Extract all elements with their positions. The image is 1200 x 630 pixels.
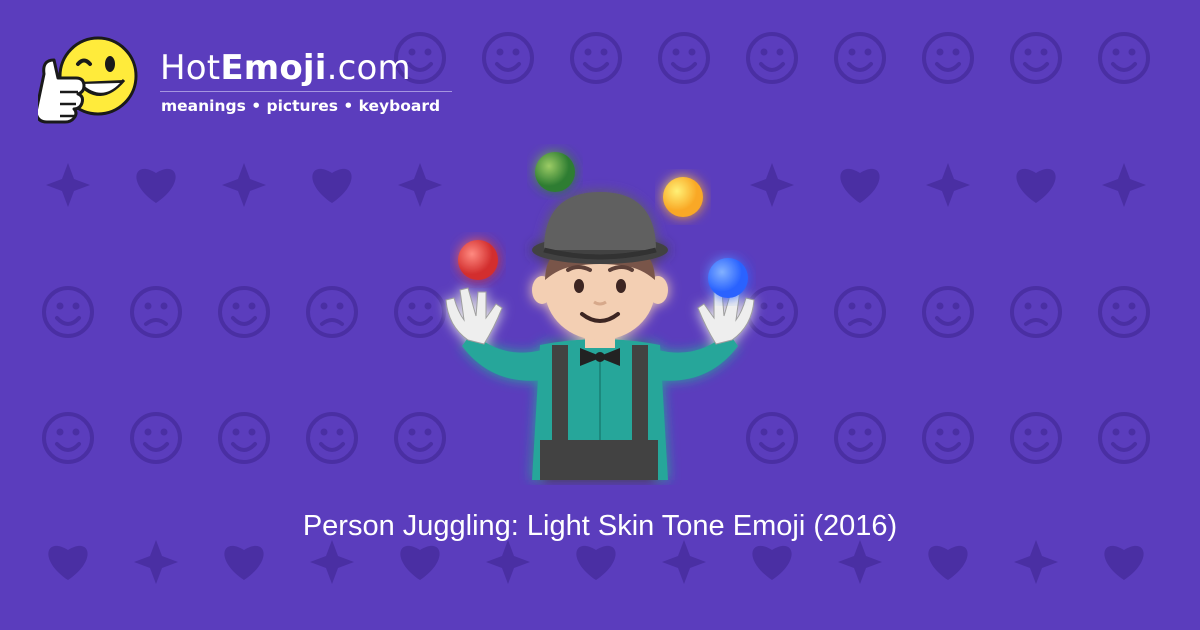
- pattern-emoji-icon: [570, 32, 622, 84]
- brand-tagline: meanings • pictures • keyboard: [161, 97, 441, 115]
- pattern-emoji-icon: [1098, 286, 1150, 338]
- pattern-emoji-icon: [486, 540, 530, 584]
- brand-prefix: Hot: [160, 48, 221, 88]
- pattern-emoji-icon: [928, 545, 968, 580]
- pattern-emoji-icon: [1010, 412, 1062, 464]
- pattern-emoji-icon: [306, 412, 358, 464]
- pattern-emoji-icon: [838, 540, 882, 584]
- pattern-emoji-icon: [218, 286, 270, 338]
- pattern-emoji-icon: [1102, 163, 1146, 207]
- pattern-emoji-icon: [658, 32, 710, 84]
- pattern-emoji-icon: [922, 286, 974, 338]
- pattern-emoji-icon: [42, 412, 94, 464]
- pattern-emoji-icon: [136, 168, 176, 203]
- pattern-emoji-icon: [576, 545, 616, 580]
- pattern-emoji-icon: [42, 286, 94, 338]
- brand-suffix: .com: [326, 48, 411, 88]
- pattern-emoji-icon: [48, 545, 88, 580]
- pattern-emoji-icon: [752, 545, 792, 580]
- pattern-emoji-icon: [222, 163, 266, 207]
- pattern-emoji-icon: [1014, 540, 1058, 584]
- pattern-emoji-icon: [1104, 545, 1144, 580]
- pattern-emoji-icon: [922, 412, 974, 464]
- pattern-emoji-icon: [834, 286, 886, 338]
- pattern-emoji-icon: [310, 540, 354, 584]
- pattern-emoji-icon: [834, 412, 886, 464]
- pattern-emoji-icon: [312, 168, 352, 203]
- pattern-emoji-icon: [840, 168, 880, 203]
- pattern-emoji-icon: [224, 545, 264, 580]
- thumbs-up-smiley-logo-icon: [38, 36, 138, 124]
- pattern-emoji-icon: [130, 286, 182, 338]
- site-logo[interactable]: HotEmoji.com meanings • pictures • keybo…: [38, 34, 478, 134]
- pattern-emoji-icon: [306, 286, 358, 338]
- brand-name: HotEmoji.com: [160, 48, 411, 88]
- pattern-emoji-icon: [922, 32, 974, 84]
- pattern-emoji-icon: [662, 540, 706, 584]
- pattern-emoji-icon: [130, 412, 182, 464]
- pattern-emoji-icon: [926, 163, 970, 207]
- pattern-emoji-icon: [1010, 32, 1062, 84]
- pattern-emoji-icon: [482, 32, 534, 84]
- brand-bold: Emoji: [220, 48, 327, 88]
- pattern-emoji-icon: [134, 540, 178, 584]
- pattern-emoji-icon: [1098, 32, 1150, 84]
- pattern-emoji-icon: [400, 545, 440, 580]
- pattern-emoji-icon: [1098, 412, 1150, 464]
- pattern-emoji-icon: [1016, 168, 1056, 203]
- pattern-emoji-icon: [834, 32, 886, 84]
- pattern-emoji-icon: [746, 32, 798, 84]
- person-juggling-icon: [445, 152, 755, 480]
- pattern-emoji-icon: [1010, 286, 1062, 338]
- emoji-title: Person Juggling: Light Skin Tone Emoji (…: [302, 510, 898, 542]
- pattern-emoji-icon: [46, 163, 90, 207]
- brand-divider: [160, 91, 452, 92]
- pattern-emoji-icon: [218, 412, 270, 464]
